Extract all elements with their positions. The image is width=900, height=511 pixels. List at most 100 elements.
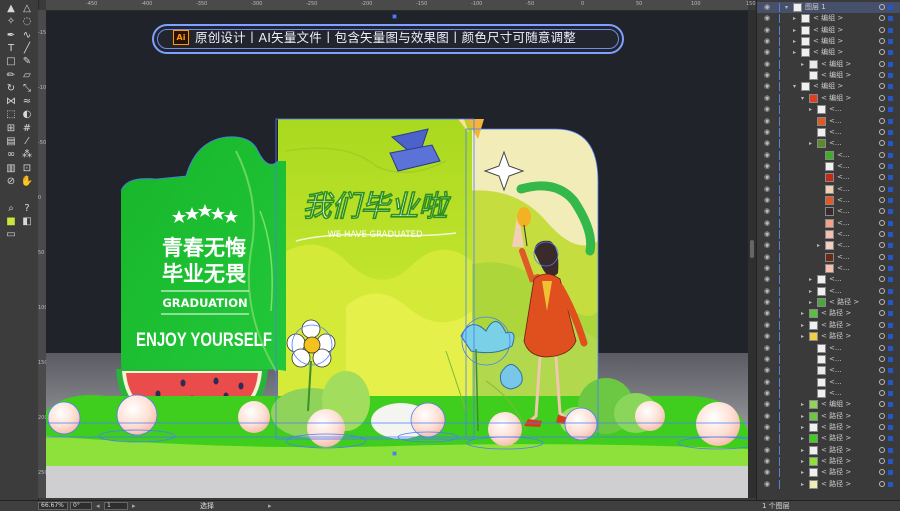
rotate-icon[interactable]: ↻ [4,83,18,95]
selection-square-icon[interactable] [888,300,893,306]
draw-mode-icon[interactable]: ◧ [20,216,34,228]
magic-wand-icon[interactable]: ✧ [4,16,18,28]
expand-arrow-icon[interactable]: ▸ [801,445,804,456]
layer-row[interactable]: ◉ ▸ <... [757,274,900,285]
eraser-icon[interactable]: ▱ [20,70,34,82]
visibility-eye-icon[interactable]: ◉ [762,47,772,58]
layer-row[interactable]: ◉ ▸ < 路径 > [757,433,900,444]
visibility-eye-icon[interactable]: ◉ [762,104,772,115]
artwork[interactable]: 我们毕业啦 WE HAVE GRADUATED 青春无悔 毕业无畏 GRADUA… [46,11,748,498]
visibility-eye-icon[interactable]: ◉ [762,13,772,24]
target-circle-icon[interactable] [879,458,885,464]
visibility-eye-icon[interactable]: ◉ [762,229,772,240]
visibility-eye-icon[interactable]: ◉ [762,81,772,92]
selection-square-icon[interactable] [888,254,893,260]
visibility-eye-icon[interactable]: ◉ [762,116,772,127]
layer-row[interactable]: ◉ <... [757,195,900,206]
expand-arrow-icon[interactable]: ▸ [809,297,812,308]
selection-square-icon[interactable] [888,424,893,430]
selection-square-icon[interactable] [888,118,893,124]
target-circle-icon[interactable] [879,128,885,135]
target-circle-icon[interactable] [879,60,885,67]
layer-row[interactable]: ◉ ▸ < 路径 > [757,320,900,331]
expand-arrow-icon[interactable]: ▸ [809,274,812,285]
visibility-eye-icon[interactable]: ◉ [762,274,772,285]
expand-arrow-icon[interactable]: ▸ [801,422,804,433]
target-circle-icon[interactable] [879,389,885,396]
line-icon[interactable]: ╱ [20,43,34,55]
visibility-eye-icon[interactable]: ◉ [762,161,772,172]
zoom-field[interactable]: 66.67% [38,502,68,510]
layer-row[interactable]: ◉ ▸ < 编组 > [757,13,900,24]
expand-arrow-icon[interactable]: ▸ [801,59,804,70]
paintbrush-icon[interactable]: ✎ [20,56,34,68]
layer-row[interactable]: ◉ ▸ < 路径 > [757,456,900,467]
selection-square-icon[interactable] [888,379,893,385]
selection-square-icon[interactable] [888,334,893,340]
target-circle-icon[interactable] [879,423,885,430]
selection-square-icon[interactable] [888,141,893,147]
rectangle-icon[interactable]: □ [4,56,18,68]
pen-icon[interactable]: ✒ [4,30,18,42]
symbol-sprayer-icon[interactable]: ⁂ [20,149,34,161]
target-circle-icon[interactable] [879,231,885,237]
visibility-eye-icon[interactable]: ◉ [762,467,772,478]
visibility-eye-icon[interactable]: ◉ [762,263,772,274]
selection-square-icon[interactable] [888,5,893,10]
target-circle-icon[interactable] [879,49,885,56]
visibility-eye-icon[interactable]: ◉ [762,172,772,183]
visibility-eye-icon[interactable]: ◉ [762,138,772,149]
expand-arrow-icon[interactable]: ▸ [801,411,804,422]
layer-row[interactable]: ◉ <... [757,150,900,161]
target-circle-icon[interactable] [879,435,885,442]
selection-square-icon[interactable] [888,152,893,158]
visibility-eye-icon[interactable]: ◉ [762,150,772,161]
visibility-eye-icon[interactable]: ◉ [762,93,772,104]
layer-row[interactable]: ◉ ▾ < 编组 > [757,93,900,104]
target-circle-icon[interactable] [879,15,885,22]
target-circle-icon[interactable] [879,276,885,283]
visibility-eye-icon[interactable]: ◉ [762,343,772,354]
curvature-icon[interactable]: ∿ [20,30,34,42]
expand-arrow-icon[interactable]: ▸ [793,47,796,58]
selection-square-icon[interactable] [888,288,893,294]
horizontal-ruler[interactable]: -450 -400 -350 -300 -250 -200 -150 -100 -50 0 50 10… [46,0,756,11]
shape-builder-icon[interactable]: ◐ [20,109,34,121]
expand-arrow-icon[interactable]: ▸ [801,320,804,331]
target-circle-icon[interactable] [879,174,885,181]
target-circle-icon[interactable] [879,299,885,306]
layer-row[interactable]: ◉ <... [757,184,900,195]
selection-square-icon[interactable] [888,129,893,135]
layer-row[interactable]: ◉ <... [757,127,900,138]
target-circle-icon[interactable] [879,38,885,45]
selection-square-icon[interactable] [888,163,893,169]
layer-row[interactable]: ◉ ▸ < 编组 > [757,36,900,47]
visibility-eye-icon[interactable]: ◉ [762,365,772,376]
selection-square-icon[interactable] [888,232,893,237]
perspective-icon[interactable]: ⊞ [4,123,18,135]
selection-square-icon[interactable] [888,459,893,464]
layer-row[interactable]: ◉ ▸ < 路径 > [757,467,900,478]
layer-row[interactable]: ◉ ▸ < 路径 > [757,331,900,342]
expand-arrow-icon[interactable]: ▸ [801,467,804,478]
target-circle-icon[interactable] [879,446,885,453]
expand-arrow-icon[interactable]: ▾ [793,81,796,92]
layer-row[interactable]: ◉ ▸ < 编组 > [757,59,900,70]
visibility-eye-icon[interactable]: ◉ [762,297,772,308]
selection-square-icon[interactable] [888,470,893,476]
target-circle-icon[interactable] [879,321,885,328]
target-circle-icon[interactable] [879,72,885,79]
visibility-eye-icon[interactable]: ◉ [762,36,772,47]
artboard-field[interactable]: 1 [104,502,128,510]
visibility-eye-icon[interactable]: ◉ [762,388,772,399]
layer-row[interactable]: ◉ <... [757,377,900,388]
layer-row[interactable]: ◉ <... [757,365,900,376]
layer-row[interactable]: ◉ ▸ < 路径 > [757,445,900,456]
selection-square-icon[interactable] [888,368,893,374]
layer-row[interactable]: ◉ <... [757,218,900,229]
target-circle-icon[interactable] [879,480,885,487]
expand-arrow-icon[interactable]: ▸ [793,25,796,36]
visibility-eye-icon[interactable]: ◉ [762,456,772,467]
blend-icon[interactable]: ∞ [4,149,18,161]
selection-square-icon[interactable] [888,175,893,181]
